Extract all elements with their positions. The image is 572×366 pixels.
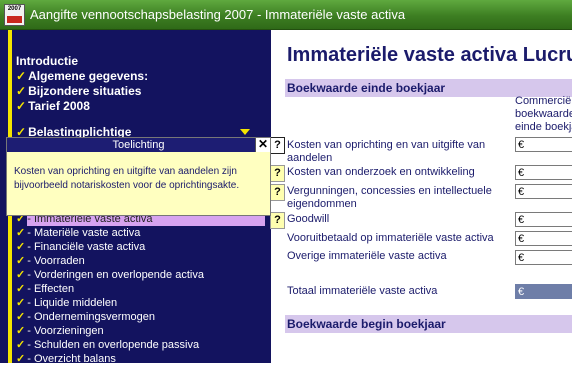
popup-title: Toelichting [7, 138, 270, 152]
input-oprichting[interactable]: € [515, 137, 572, 152]
sidebar-item-materiele-vaste-activa[interactable]: ✓ - Materiële vaste activa [16, 226, 140, 240]
close-icon[interactable]: ✕ [255, 138, 270, 152]
row-label-vergunningen: Vergunningen, concessies en intellectuel… [287, 185, 492, 210]
row-label-overige: Overige immateriële vaste activa [287, 250, 447, 262]
input-vooruitbetaald[interactable]: € [515, 231, 572, 246]
window-title: Aangifte vennootschapsbelasting 2007 - I… [30, 7, 406, 22]
popup-text: Kosten van oprichting en uitgifte van aa… [14, 166, 240, 191]
toelichting-popup: Toelichting ✕ Kosten van oprichting en u… [6, 137, 271, 216]
sidebar-item-overzicht-balans[interactable]: ✓ - Overzicht balans [16, 352, 116, 366]
sidebar-item-liquide-middelen[interactable]: ✓ - Liquide middelen [16, 296, 117, 310]
check-icon: ✓ [16, 227, 26, 239]
check-icon: ✓ [16, 283, 26, 295]
sidebar-item-financiele-vaste-activa[interactable]: ✓ - Financiële vaste activa [16, 240, 145, 254]
input-goodwill[interactable]: € [515, 212, 572, 227]
check-icon: ✓ [16, 353, 26, 365]
check-icon: ✓ [16, 269, 26, 281]
check-icon: ✓ [16, 297, 26, 309]
sidebar-item-schulden[interactable]: ✓ - Schulden en overlopende passiva [16, 338, 199, 352]
row-label-vooruitbetaald: Vooruitbetaald op immateriële vaste acti… [287, 232, 494, 244]
input-onderzoek[interactable]: € [515, 165, 572, 180]
check-icon: ✓ [16, 339, 26, 351]
sidebar-item-ondernemingsvermogen[interactable]: ✓ - Ondernemingsvermogen [16, 310, 155, 324]
sidebar-item-voorzieningen[interactable]: ✓ - Voorzieningen [16, 324, 104, 338]
row-label-oprichting: Kosten van oprichting en van uitgifte va… [287, 139, 486, 164]
help-button-vergunningen[interactable]: ? [270, 184, 285, 201]
check-icon: ✓ [16, 84, 27, 98]
sidebar-item-tarief-2008[interactable]: ✓ Tarief 2008 [16, 99, 90, 113]
check-icon: ✓ [16, 255, 26, 267]
help-button-oprichting[interactable]: ? [270, 137, 285, 154]
page-title: Immateriële vaste activa Lucru [287, 44, 572, 66]
input-vergunningen[interactable]: € [515, 184, 572, 199]
total-label: Totaal immateriële vaste activa [287, 285, 438, 297]
check-icon: ✓ [16, 241, 26, 253]
section-header-begin: Boekwaarde begin boekjaar [285, 315, 572, 333]
row-label-goodwill: Goodwill [287, 213, 330, 225]
sidebar-item-introductie[interactable]: Introductie [16, 54, 78, 68]
check-icon: ✓ [16, 99, 27, 113]
sidebar-item-effecten[interactable]: ✓ - Effecten [16, 282, 74, 296]
total-field: € [515, 284, 572, 299]
sidebar-item-algemene-gegevens[interactable]: ✓ Algemene gegevens: [16, 69, 148, 83]
collapse-arrow-icon[interactable] [240, 129, 250, 135]
help-button-goodwill[interactable]: ? [270, 212, 285, 229]
check-icon: ✓ [16, 69, 27, 83]
help-button-onderzoek[interactable]: ? [270, 165, 285, 182]
title-bar: 2007 Aangifte vennootschapsbelasting 200… [0, 0, 572, 30]
check-icon: ✓ [16, 325, 26, 337]
sidebar-item-vorderingen[interactable]: ✓ - Vorderingen en overlopende activa [16, 268, 204, 282]
sidebar-item-voorraden[interactable]: ✓ - Voorraden [16, 254, 85, 268]
app-icon: 2007 [4, 4, 25, 26]
input-overige[interactable]: € [515, 250, 572, 265]
check-icon: ✓ [16, 311, 26, 323]
column-header: Commerciële boekwaarde einde boekja [515, 95, 572, 133]
row-label-onderzoek: Kosten van onderzoek en ontwikkeling [287, 166, 475, 178]
sidebar-item-bijzondere-situaties[interactable]: ✓ Bijzondere situaties [16, 84, 141, 98]
